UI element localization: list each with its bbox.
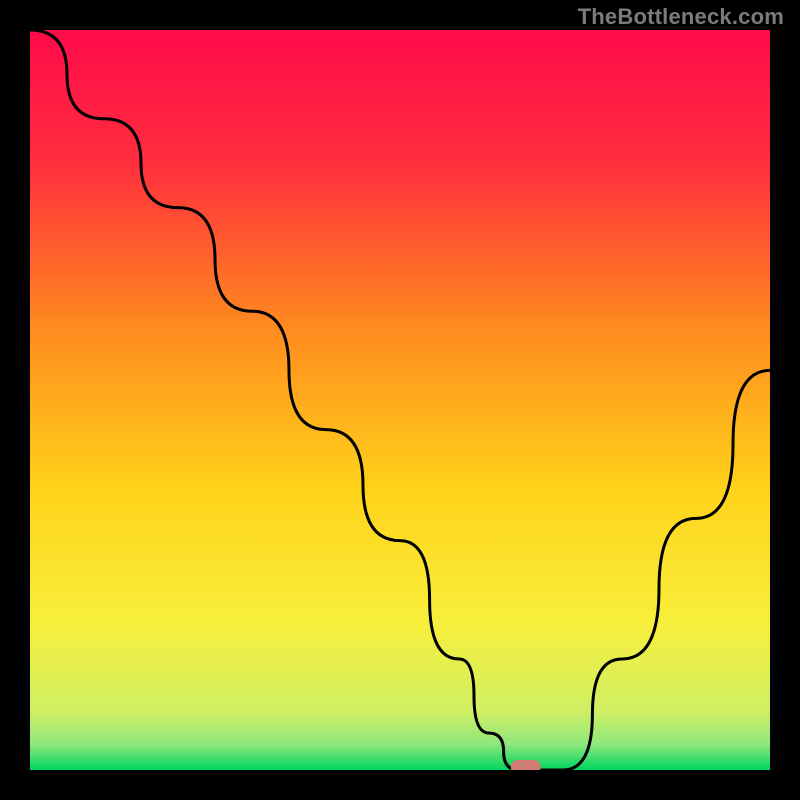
bottleneck-chart	[30, 30, 770, 770]
gradient-background	[30, 30, 770, 770]
plot-area	[30, 30, 770, 770]
watermark-text: TheBottleneck.com	[578, 4, 784, 30]
optimal-point-marker	[511, 760, 541, 770]
chart-stage: TheBottleneck.com	[0, 0, 800, 800]
